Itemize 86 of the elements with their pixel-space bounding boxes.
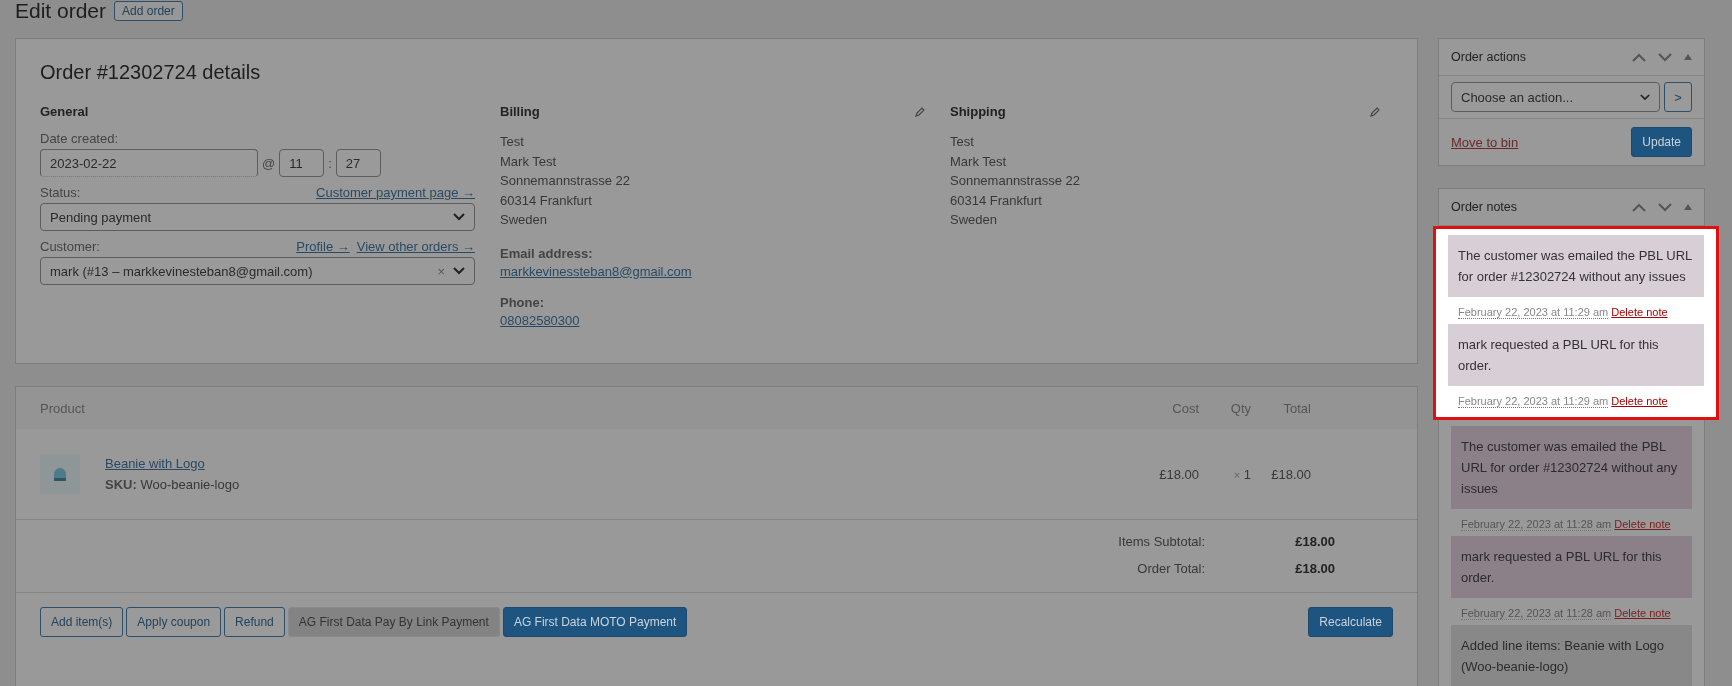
qty-cell: 1 (1243, 466, 1251, 482)
address-line: Test (950, 133, 975, 151)
update-button[interactable]: Update (1631, 127, 1692, 157)
view-other-orders-link[interactable]: View other orders → (356, 239, 475, 254)
column-header: Qty (1229, 400, 1251, 416)
section-heading: General (40, 104, 90, 119)
collapse-triangle-icon[interactable] (1684, 204, 1692, 210)
address-line: Test (500, 133, 525, 151)
box-title: Order notes (1451, 200, 1517, 214)
action-button[interactable]: Apply coupon (126, 607, 222, 637)
note-bubble: The customer was emailed the PBL URL for order #12302724 without any issues (1451, 426, 1692, 509)
chevron-up-icon[interactable] (1632, 52, 1646, 62)
address-line: 60314 Frankfurt (500, 191, 593, 210)
profile-link[interactable]: Profile → (296, 239, 350, 254)
total-value: £18.00 (1294, 561, 1335, 576)
status-select[interactable]: Pending payment (40, 203, 475, 231)
pencil-icon[interactable] (1370, 106, 1380, 117)
sku-label: SKU: (105, 477, 137, 492)
customer-select[interactable]: mark (#13 – markkevinesteban8@gmail.com) × (40, 257, 475, 285)
column-header: Product (40, 400, 86, 416)
note-date: February 22, 2023 at 11:29 am (1458, 395, 1609, 408)
field-label: Email address: (500, 245, 594, 261)
chevron-down-icon (1640, 93, 1650, 101)
date-field[interactable]: 2023-02-22 (40, 149, 258, 177)
customer-payment-page-link[interactable]: Customer payment page → (316, 185, 475, 200)
chevron-down-icon (453, 267, 465, 275)
note-date: February 22, 2023 at 11:28 am (1461, 518, 1612, 531)
page-title: Edit order (15, 0, 107, 23)
address-line: Mark Test (950, 152, 1008, 171)
address-line: Sonnemannstrasse 22 (950, 172, 1082, 190)
delete-note-link[interactable]: Delete note (1614, 607, 1671, 619)
section-heading: Billing (500, 104, 540, 119)
action-button[interactable]: Refund (224, 607, 285, 637)
address-line: Sweden (950, 211, 998, 229)
address-line: Mark Test (500, 152, 558, 171)
action-button[interactable]: Add item(s) (40, 607, 124, 637)
field-label: Customer: (40, 239, 100, 254)
field-label: Date created: (40, 131, 120, 146)
total-value: £18.00 (1294, 534, 1335, 549)
section-heading: Shipping (950, 104, 1006, 119)
column-header: Total (1282, 400, 1311, 416)
cost-cell-text: £18.00 (1158, 466, 1199, 482)
address-line: Sonnemannstrasse 22 (500, 172, 632, 190)
clear-button[interactable]: × (437, 263, 445, 279)
chevron-down-icon[interactable] (1658, 202, 1672, 212)
add-order-button[interactable]: Add order (114, 1, 183, 21)
total-label: Order Total: (1136, 561, 1205, 576)
action-button[interactable]: AG First Data MOTO Payment (502, 607, 688, 637)
note-bubble: mark requested a PBL URL for this order. (1448, 324, 1704, 386)
hour-field[interactable]: 11 (279, 149, 325, 177)
field-label: Status: (40, 185, 81, 200)
action-select[interactable]: Choose an action... (1451, 82, 1660, 112)
email-link[interactable]: markkevinessteban8@gmail.com (500, 263, 692, 279)
note-bubble: mark requested a PBL URL for this order. (1451, 536, 1692, 598)
field-label: Phone: (500, 294, 546, 310)
chevron-up-icon[interactable] (1632, 202, 1646, 212)
total-cell-text: £18.00 (1270, 466, 1311, 482)
note-date: February 22, 2023 at 11:29 am (1458, 306, 1609, 319)
delete-note-link[interactable]: Delete note (1611, 306, 1668, 318)
address-line: Sweden (500, 211, 548, 229)
time-separator: : (328, 155, 332, 171)
chevron-down-icon (453, 213, 465, 221)
note-bubble: Added line items: Beanie with Logo (Woo-beanie-logo) (1451, 625, 1692, 686)
note-date: February 22, 2023 at 11:28 am (1461, 607, 1612, 620)
at-sign: @ (262, 155, 276, 171)
collapse-triangle-icon[interactable] (1684, 54, 1692, 60)
total-label: Items Subtotal: (1117, 534, 1205, 549)
times-sign: × (1233, 468, 1241, 481)
column-header: Cost (1171, 400, 1199, 416)
delete-note-link[interactable]: Delete note (1611, 395, 1668, 407)
box-title: Order actions (1451, 50, 1527, 64)
phone-link[interactable]: 08082580300 (500, 312, 580, 328)
order-heading: Order #12302724 details (40, 61, 262, 84)
delete-note-link[interactable]: Delete note (1614, 518, 1671, 530)
note-bubble: The customer was emailed the PBL URL for order #12302724 without any issues (1448, 235, 1704, 297)
pencil-icon[interactable] (915, 106, 925, 117)
address-line: 60314 Frankfurt (950, 191, 1043, 210)
chevron-down-icon[interactable] (1658, 52, 1672, 62)
beanie-icon (53, 466, 67, 482)
product-link[interactable]: Beanie with Logo (105, 456, 205, 471)
move-to-bin-link[interactable]: Move to bin (1451, 134, 1519, 150)
action-button[interactable]: AG First Data Pay By Link Payment (287, 607, 500, 637)
apply-action-button[interactable]: > (1664, 82, 1692, 112)
sku-value: Woo-beanie-logo (140, 477, 240, 492)
minute-field[interactable]: 27 (335, 149, 381, 177)
recalculate-button[interactable]: Recalculate (1308, 607, 1393, 637)
